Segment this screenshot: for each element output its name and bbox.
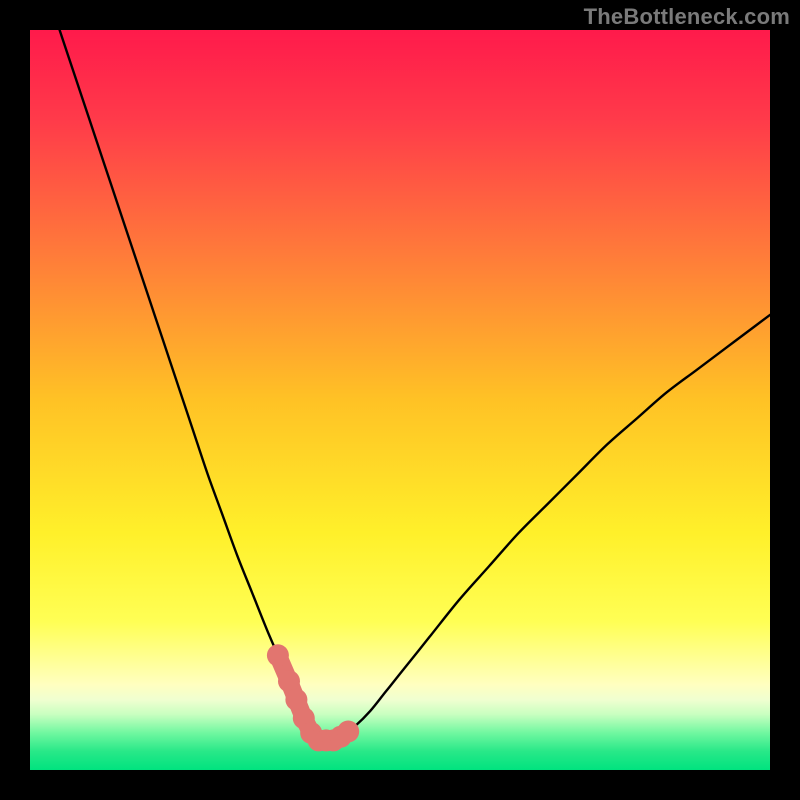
highlight-point (267, 644, 289, 666)
chart-svg (30, 30, 770, 770)
watermark-label: TheBottleneck.com (584, 4, 790, 30)
chart-frame: TheBottleneck.com (0, 0, 800, 800)
plot-area (30, 30, 770, 770)
highlight-point (337, 721, 359, 743)
